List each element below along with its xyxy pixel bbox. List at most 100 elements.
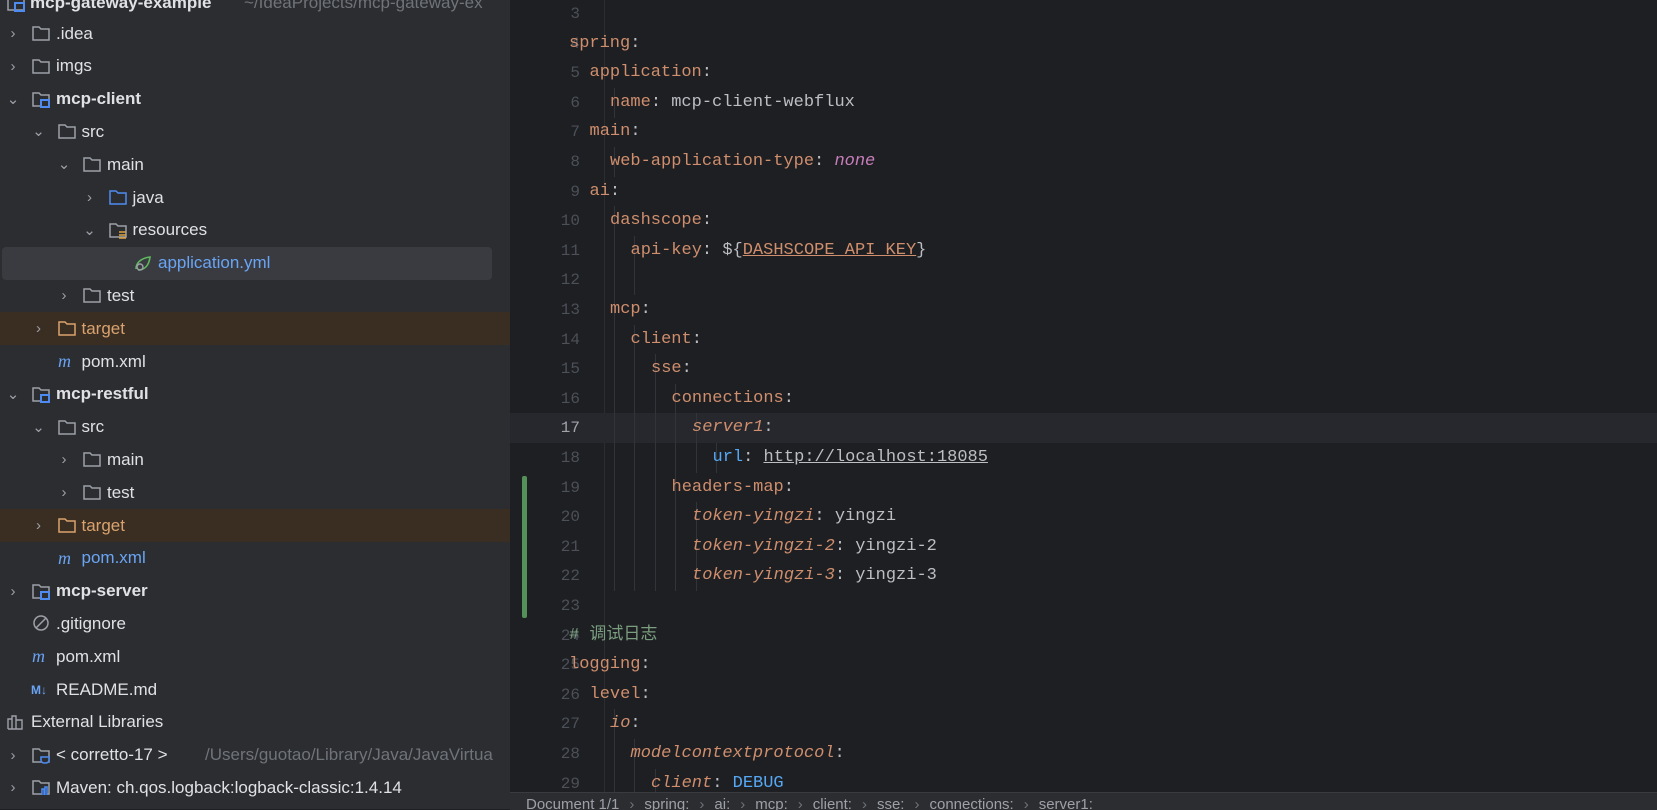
chevron-down-icon[interactable]: ⌄ (83, 223, 97, 238)
code-text: headers-map: (672, 473, 794, 503)
indent-guide (613, 531, 615, 562)
chevron-down-icon[interactable]: ⌄ (32, 420, 46, 435)
code-token: api-key (630, 240, 702, 260)
tree-item[interactable]: ⌄ mcp-restful (0, 378, 510, 411)
tree-item[interactable]: ⌄ main (0, 148, 510, 181)
code-token: io (610, 714, 631, 734)
tree-item[interactable]: ⌄ mcp-client (0, 83, 510, 116)
breadcrumb-item[interactable]: client: (813, 796, 852, 810)
tree-item[interactable]: › test (0, 476, 510, 509)
chevron-down-icon[interactable]: ⌄ (6, 92, 20, 107)
chevron-down-icon[interactable]: ⌄ (6, 387, 20, 402)
chevron-right-icon[interactable]: › (6, 59, 20, 74)
tree-item[interactable]: ⌄ resources (0, 214, 510, 247)
breadcrumb-item[interactable]: mcp: (755, 796, 788, 810)
tree-item[interactable]: External Libraries (0, 706, 510, 739)
tree-item[interactable]: › Maven: ch.qos.logback:logback-classic:1… (0, 771, 510, 804)
vcs-change-marker[interactable] (522, 475, 527, 618)
code-line[interactable]: 4 spring: (510, 29, 1657, 59)
tree-item-label: pom.xml (81, 351, 146, 371)
tree-item[interactable]: ⌄ src (0, 115, 510, 148)
code-line[interactable]: 14 client: (510, 324, 1657, 355)
code-line[interactable]: 7 main: (510, 117, 1657, 147)
code-line[interactable]: 9 ai: (510, 177, 1657, 207)
tree-item[interactable]: › main (0, 443, 510, 476)
chevron-right-icon[interactable]: › (83, 190, 97, 205)
indent-guide (634, 502, 635, 533)
chevron-down-icon[interactable]: ⌄ (57, 157, 71, 172)
code-line[interactable]: 3 (510, 0, 1657, 29)
tree-item[interactable]: .gitignore (0, 607, 510, 640)
code-line[interactable]: 22 token-yingzi-3: yingzi-3 (510, 561, 1657, 592)
tree-item[interactable]: m pom.xml (0, 542, 510, 575)
tree-item[interactable]: application.yml (0, 246, 510, 280)
tree-item[interactable]: › .idea (0, 17, 510, 50)
breadcrumb-item[interactable]: connections: (929, 796, 1013, 810)
code-token: token-yingzi (692, 507, 815, 527)
code-line[interactable]: 29 client: DEBUG (510, 768, 1657, 792)
tree-item[interactable]: ⌄ src (0, 411, 510, 444)
code-line[interactable]: 25 logging: (510, 650, 1657, 680)
code-token: mcp-client-webflux (671, 92, 855, 112)
breadcrumb-item[interactable]: Document 1/1 (526, 796, 619, 810)
code-line[interactable]: 12 (510, 265, 1657, 296)
maven-icon: m (57, 351, 77, 371)
chevron-right-icon[interactable]: › (6, 26, 20, 41)
code-line[interactable]: 5 application: (510, 58, 1657, 88)
code-editor[interactable]: 3 4 spring: 5 application: 6 name: mcp-client-… (510, 0, 1657, 792)
code-line[interactable]: 28 modelcontextprotocol: (510, 739, 1657, 769)
tree-item-label: imgs (56, 56, 92, 76)
code-line[interactable]: 26 level: (510, 680, 1657, 710)
chevron-right-icon[interactable]: › (57, 485, 71, 500)
indent-guide (634, 472, 635, 503)
tree-item[interactable]: › mcp-server (0, 575, 510, 608)
tree-item[interactable]: m pom.xml (0, 345, 510, 378)
chevron-right-icon[interactable]: › (57, 288, 71, 303)
tree-item[interactable]: › java (0, 181, 510, 214)
code-text: token-yingzi: yingzi (692, 502, 896, 532)
code-line[interactable]: 19 headers-map: (510, 472, 1657, 503)
chevron-down-icon[interactable]: ⌄ (32, 124, 46, 139)
code-line[interactable]: 24 # 调试日志 (510, 621, 1657, 651)
code-line[interactable]: 8 web-application-type: none (510, 147, 1657, 177)
code-line[interactable]: 16 connections: (510, 383, 1657, 414)
code-line[interactable]: 6 name: mcp-client-webflux (510, 87, 1657, 118)
code-line[interactable]: 15 sse: (510, 354, 1657, 385)
code-line[interactable]: 17 server1: (510, 413, 1657, 444)
code-line[interactable]: 18 url: http://localhost:18085 (510, 443, 1657, 473)
ignore-file-icon (31, 614, 51, 632)
indent-guide (675, 502, 676, 533)
code-line[interactable]: 23 (510, 591, 1657, 621)
breadcrumb-item[interactable]: server1: (1039, 796, 1093, 810)
line-number: 28 (560, 745, 580, 763)
chevron-right-icon[interactable]: › (6, 780, 20, 795)
breadcrumb-item[interactable]: sse: (877, 796, 905, 810)
indent-guide (654, 443, 656, 473)
code-token: dashscope (610, 211, 702, 231)
chevron-right-icon[interactable]: › (6, 748, 20, 763)
code-line[interactable]: 21 token-yingzi-2: yingzi-2 (510, 531, 1657, 562)
line-number: 18 (560, 449, 580, 467)
breadcrumb-item[interactable]: ai: (714, 796, 730, 810)
code-line[interactable]: 11 api-key: ${DASHSCOPE_API_KEY} (510, 235, 1657, 266)
code-line[interactable]: 13 mcp: (510, 295, 1657, 325)
breadcrumb-item[interactable]: spring: (644, 796, 689, 810)
tree-item[interactable]: m pom.xml (0, 640, 510, 673)
indent-guide (654, 502, 656, 533)
tree-item[interactable]: › < corretto-17 > /Users/guotao/Library/Ja… (0, 739, 510, 772)
tree-item[interactable]: M↓ README.md (0, 673, 510, 706)
tree-item[interactable]: › imgs (0, 50, 510, 83)
chevron-right-icon[interactable]: › (32, 321, 46, 336)
chevron-right-icon[interactable]: › (6, 584, 20, 599)
tree-item[interactable]: › test (0, 279, 510, 312)
code-text: connections: (672, 384, 794, 414)
code-line[interactable]: 20 token-yingzi: yingzi (510, 502, 1657, 533)
code-line[interactable]: 27 io: (510, 709, 1657, 740)
tree-item[interactable]: › target (0, 509, 510, 542)
chevron-right-icon[interactable]: › (32, 518, 46, 533)
code-line[interactable]: 10 dashscope: (510, 206, 1657, 237)
tree-item[interactable]: › target (0, 312, 510, 346)
chevron-right-icon[interactable]: › (57, 452, 71, 467)
indent-guide (613, 443, 615, 473)
code-token: : (640, 300, 651, 319)
